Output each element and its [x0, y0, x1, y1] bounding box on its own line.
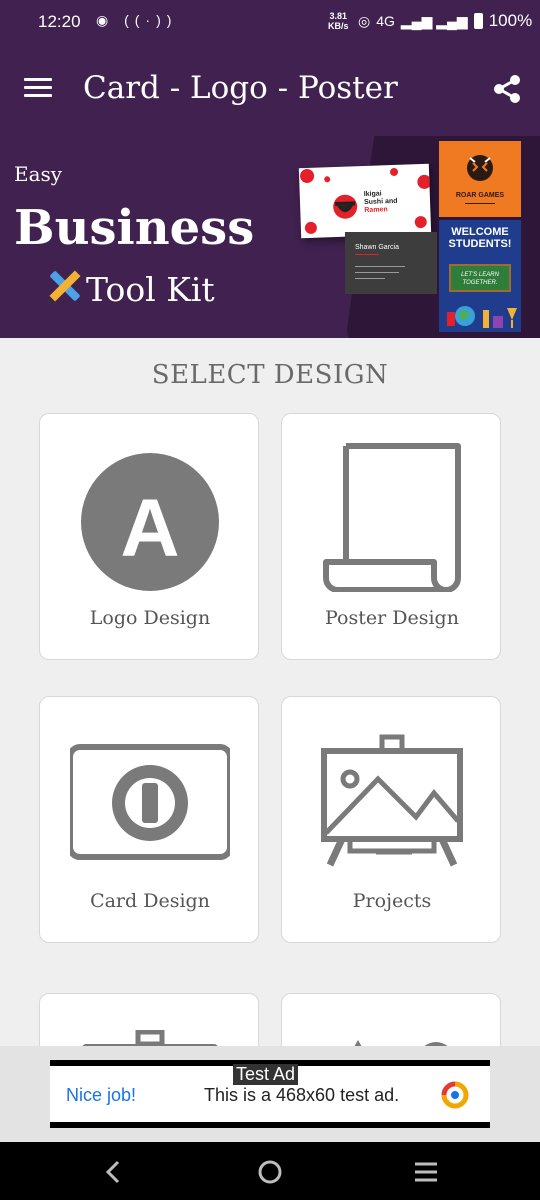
scroll-icon — [323, 443, 461, 592]
battery-level: 100% — [488, 11, 533, 30]
status-bar: 12:20 ◉ ((·)) 3.81 KB/s ◎ 4G ▂▄▆ ▂▄▆ 100… — [0, 0, 540, 46]
more-tile-right[interactable] — [281, 993, 501, 1046]
easel-icon — [321, 734, 463, 867]
signal-icon: ▂▄▆ ▂▄▆ — [400, 12, 468, 29]
briefcase-icon — [82, 1030, 218, 1046]
banner-business: Business — [14, 200, 255, 256]
school-supplies-illustration — [447, 306, 517, 328]
banner-easy: Easy — [14, 162, 63, 186]
tile-label: Card Design — [90, 890, 210, 912]
hamburger-menu-icon[interactable] — [24, 78, 52, 102]
projects-tile[interactable]: Projects — [281, 696, 501, 943]
card-design-tile[interactable]: Card Design — [39, 696, 259, 943]
battery-icon — [473, 13, 483, 29]
ad-network-logo-icon — [441, 1081, 469, 1109]
ad-banner-area: Nice job! This is a 468x60 test ad. Test… — [0, 1046, 540, 1142]
tile-label: Logo Design — [89, 607, 211, 629]
banner-toolkit: Tool Kit — [86, 270, 215, 309]
palette-icon — [354, 1040, 448, 1046]
status-time: 12:20 — [38, 12, 81, 31]
network-type: 4G — [376, 13, 395, 29]
tile-label: Poster Design — [325, 607, 459, 629]
app-bar: Card - Logo - Poster — [0, 46, 540, 136]
share-icon[interactable] — [490, 72, 524, 106]
home-icon[interactable] — [256, 1158, 284, 1186]
ad-text: This is a 468x60 test ad. — [204, 1085, 400, 1105]
sample-contact-card: Shawn Garcia — [345, 232, 437, 294]
tile-label: Projects — [352, 890, 432, 912]
sample-poster: WELCOME STUDENTS! LET'S LEARN TOGETHER. — [439, 220, 521, 332]
logo-design-tile[interactable]: A Logo Design — [39, 413, 259, 660]
sample-business-card: Ikigai Sushi and Ramen — [298, 163, 432, 239]
card-icon — [70, 744, 230, 860]
test-ad-label: Test Ad — [233, 1064, 299, 1085]
section-title: SELECT DESIGN — [151, 360, 389, 390]
wifi-icon: ◎ — [358, 12, 371, 29]
more-tile-left[interactable] — [39, 993, 259, 1046]
pencil-ruler-icon — [47, 270, 81, 305]
main-content: SELECT DESIGN A Logo Design Poster Desig… — [0, 338, 540, 1046]
poster-design-tile[interactable]: Poster Design — [281, 413, 501, 660]
ad-headline[interactable]: Nice job! — [66, 1085, 136, 1106]
system-nav-bar — [0, 1142, 540, 1200]
recent-apps-icon[interactable] — [412, 1158, 440, 1186]
status-right: ◎ 4G ▂▄▆ ▂▄▆ 100% — [358, 11, 532, 31]
network-speed: 3.81 KB/s — [328, 11, 349, 31]
svg-text:A: A — [120, 483, 179, 574]
logo-a-icon: A — [81, 453, 219, 591]
promo-banner: Easy Business Tool Kit Ikigai Sushi and … — [0, 136, 540, 338]
app-title: Card - Logo - Poster — [83, 70, 398, 106]
notification-icons: ◉ ((·)) — [96, 12, 178, 28]
sample-logo: ROAR GAMES — [439, 141, 521, 217]
tiger-logo-icon — [467, 155, 493, 181]
back-icon[interactable] — [100, 1158, 128, 1186]
